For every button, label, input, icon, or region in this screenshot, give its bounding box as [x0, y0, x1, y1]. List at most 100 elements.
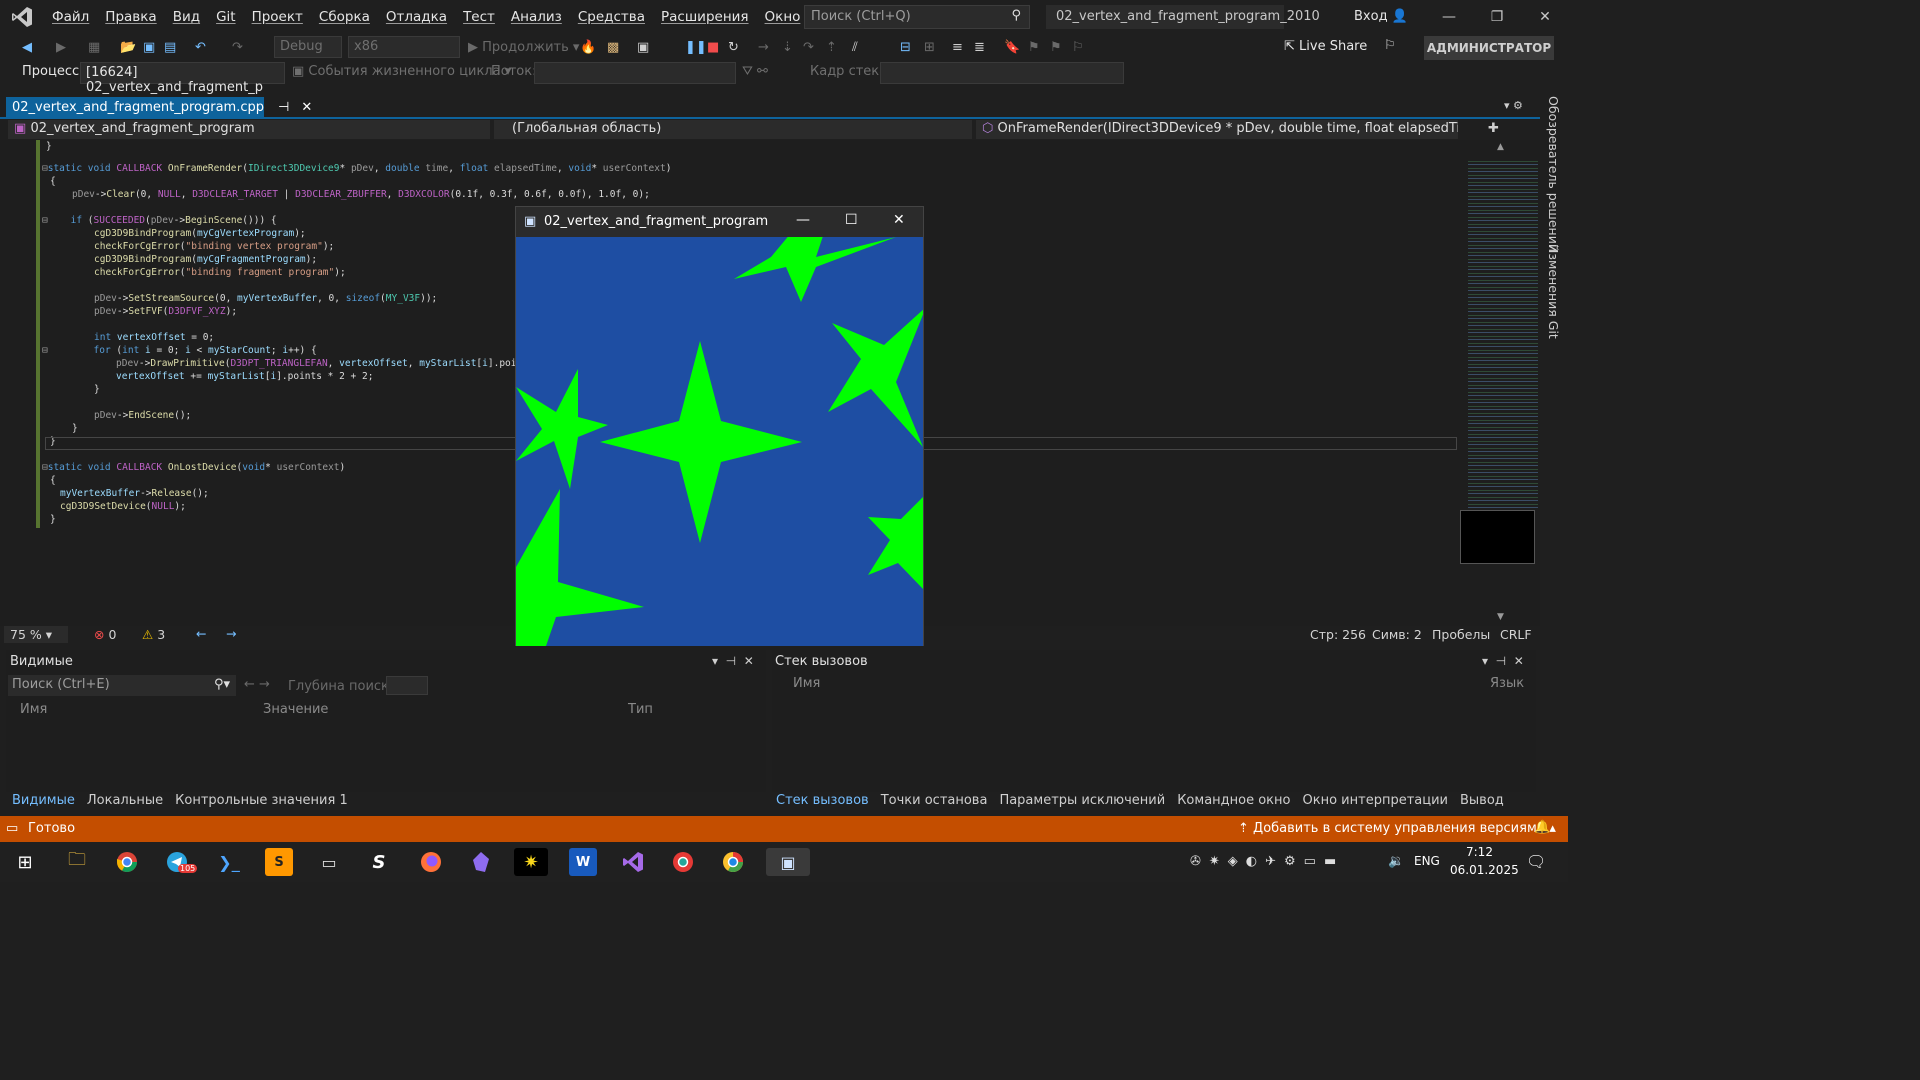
chrome-2-icon[interactable] — [716, 848, 750, 876]
chrome-canary-icon[interactable] — [666, 848, 700, 876]
render-canvas[interactable] — [516, 237, 923, 646]
step-over-icon[interactable]: → — [758, 38, 769, 56]
clock-time[interactable]: 7:12 — [1466, 845, 1493, 859]
menu-item[interactable]: Анализ — [503, 9, 570, 25]
threads-icon[interactable]: ⫽ — [852, 38, 858, 56]
bookmark-icon[interactable]: 🔖 — [1004, 38, 1020, 56]
running-app-icon[interactable]: ▣ — [766, 848, 810, 876]
start-icon[interactable]: ⊞ — [8, 848, 42, 876]
eol-indicator[interactable]: CRLF — [1500, 627, 1532, 642]
menu-item[interactable]: Сборка — [311, 9, 378, 25]
comment-icon[interactable]: ⊟ — [900, 38, 911, 56]
tab-exception-settings[interactable]: Параметры исключений — [993, 792, 1171, 812]
column-indicator[interactable]: Симв: 2 — [1372, 627, 1422, 642]
firefox-icon[interactable] — [414, 848, 448, 876]
menu-item[interactable]: Расширения — [653, 9, 757, 25]
back-icon[interactable]: ◀ — [22, 38, 32, 56]
stop-icon[interactable]: ■ — [707, 38, 719, 56]
process-select[interactable]: [16624] 02_vertex_and_fragment_p — [80, 62, 285, 95]
filter-icon[interactable]: ⛛ ⚯ — [742, 64, 768, 79]
app-s-icon[interactable]: S — [362, 848, 396, 876]
app-minimize-button[interactable]: — — [796, 212, 810, 228]
feedback-icon[interactable]: ⚐ — [1384, 38, 1396, 53]
telegram-icon[interactable]: 105 — [160, 848, 198, 876]
terminal-icon[interactable]: ▭ — [312, 848, 346, 876]
file-explorer-icon[interactable]: 🗀 — [60, 848, 94, 876]
language-indicator[interactable]: ENG — [1414, 854, 1440, 868]
app-maximize-button[interactable]: ☐ — [845, 212, 858, 228]
live-share-button[interactable]: ⇱ Live Share — [1284, 39, 1367, 54]
panel-menu-icon[interactable]: ▾ ⊣ ✕ — [712, 654, 754, 668]
restore-button[interactable]: ❐ — [1474, 0, 1520, 34]
powershell-icon[interactable]: ❯_ — [212, 848, 246, 876]
step-out-icon[interactable]: ↷ — [803, 38, 814, 56]
depth-select[interactable] — [386, 676, 428, 695]
callstack-menu-icon[interactable]: ▾ ⊣ ✕ — [1482, 654, 1524, 668]
tab-autos[interactable]: Видимые — [6, 792, 81, 812]
debug-target-icon[interactable]: ▩ — [607, 38, 619, 56]
save-all-icon[interactable]: ▤ — [164, 38, 176, 56]
restart-icon[interactable]: ↻ — [728, 38, 739, 56]
tab-list-icon[interactable]: ▾ ⚙ — [1504, 99, 1523, 112]
git-changes-tab[interactable]: Изменения Git — [1546, 244, 1561, 339]
close-icon[interactable]: ✕ — [301, 100, 312, 115]
minimize-button[interactable]: — — [1426, 0, 1472, 34]
stack-frame-select[interactable] — [880, 62, 1124, 84]
thread-select[interactable] — [534, 62, 736, 84]
col-callstack-name[interactable]: Имя — [793, 676, 820, 691]
scroll-up-icon[interactable]: ▲ — [1497, 142, 1504, 152]
hot-reload-icon[interactable]: 🔥 — [580, 38, 596, 56]
tab-locals[interactable]: Локальные — [81, 792, 169, 812]
search-input[interactable]: Поиск (Ctrl+Q) ⚲ — [804, 5, 1030, 29]
uncomment-icon[interactable]: ⊞ — [924, 38, 935, 56]
obsidian-icon[interactable] — [464, 848, 498, 876]
tab-callstack[interactable]: Стек вызовов — [770, 792, 875, 812]
open-folder-icon[interactable]: 📂 — [120, 38, 136, 56]
app-window[interactable]: ▣ 02_vertex_and_fragment_program — ☐ ✕ — [515, 206, 924, 646]
col-type[interactable]: Тип — [628, 702, 653, 717]
app-window-titlebar[interactable]: ▣ 02_vertex_and_fragment_program — ☐ ✕ — [516, 207, 923, 237]
menu-item[interactable]: Проект — [244, 9, 311, 25]
prev-issue-icon[interactable]: ← — [196, 626, 206, 641]
login-button[interactable]: Вход 👤 — [1354, 9, 1408, 24]
menu-item[interactable]: Правка — [97, 9, 164, 25]
pin-icon[interactable]: ⊣ — [278, 100, 289, 115]
step-up-icon[interactable]: ⇡ — [826, 38, 837, 56]
minimap-viewport[interactable] — [1460, 510, 1535, 564]
save-icon[interactable]: ▣ — [143, 38, 155, 56]
next-issue-icon[interactable]: → — [226, 626, 236, 641]
menu-item[interactable]: Средства — [570, 9, 653, 25]
tab-output[interactable]: Вывод — [1454, 792, 1510, 812]
undo-icon[interactable]: ↶ — [195, 38, 206, 56]
zoom-select[interactable]: 75 % ▾ — [4, 626, 68, 643]
tab-command-window[interactable]: Командное окно — [1171, 792, 1296, 812]
prev-bookmark-icon[interactable]: ⚑ — [1028, 38, 1040, 56]
menu-item[interactable]: Вид — [165, 9, 208, 25]
lifecycle-events-button[interactable]: ▣ События жизненного цикла ▾ — [292, 64, 511, 79]
visual-studio-taskbar-icon[interactable] — [616, 848, 650, 876]
col-name[interactable]: Имя — [20, 702, 47, 717]
tab-breakpoints[interactable]: Точки останова — [875, 792, 994, 812]
volume-icon[interactable]: 🔉 — [1388, 854, 1404, 869]
next-bookmark-icon[interactable]: ⚑ — [1050, 38, 1062, 56]
pause-icon[interactable]: ❚❚ — [685, 38, 707, 56]
clock-date[interactable]: 06.01.2025 — [1450, 863, 1519, 877]
step-into-icon[interactable]: ⇣ — [782, 38, 793, 56]
menu-item[interactable]: Тест — [455, 9, 503, 25]
member-select[interactable]: ⬡ OnFrameRender(IDirect3DDevice9 * pDev,… — [976, 120, 1458, 139]
configuration-select[interactable]: Debug — [274, 36, 342, 58]
action-center-icon[interactable]: 🗨 — [1526, 852, 1546, 871]
errors-indicator[interactable]: ⊗ 0 — [94, 627, 116, 642]
tab-watch1[interactable]: Контрольные значения 1 — [169, 792, 354, 812]
solution-explorer-tab[interactable]: Обозреватель решений — [1546, 96, 1561, 252]
word-icon[interactable]: W — [569, 848, 597, 876]
clear-bookmarks-icon[interactable]: ⚐ — [1072, 38, 1084, 56]
scope-select[interactable]: (Глобальная область) — [494, 120, 972, 139]
col-value[interactable]: Значение — [263, 702, 328, 717]
menu-item[interactable]: Git — [208, 9, 244, 25]
forward-icon[interactable]: ▶ — [56, 38, 66, 56]
outdent-icon[interactable]: ≣ — [974, 38, 985, 56]
locals-search-input[interactable]: Поиск (Ctrl+E) ⚲▾ — [8, 675, 236, 696]
line-indicator[interactable]: Стр: 256 — [1310, 627, 1366, 642]
scroll-down-icon[interactable]: ▼ — [1497, 612, 1504, 622]
